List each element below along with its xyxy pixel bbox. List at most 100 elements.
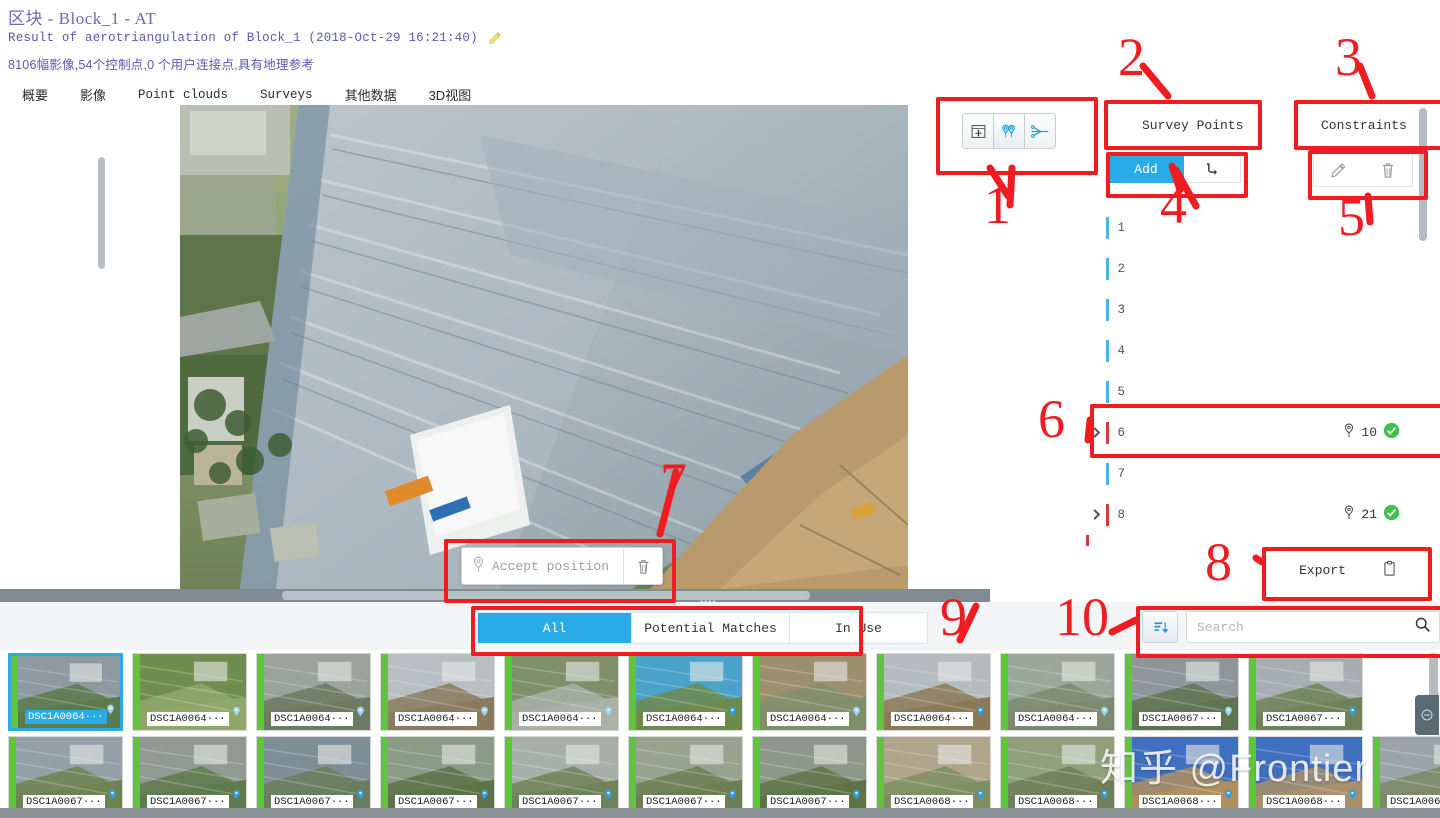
thumbnail-status-bar (753, 654, 760, 730)
survey-point-status: 10 (1343, 422, 1426, 444)
survey-point-number: 7 (1117, 466, 1126, 481)
viewer-scroll-thumb[interactable] (282, 591, 810, 600)
thumbnail-item[interactable]: DSC1A0064··· (752, 653, 867, 731)
thumbnail-item[interactable]: DSC1A0064··· (504, 653, 619, 731)
edit-constraint-button[interactable] (1330, 162, 1347, 179)
survey-point-color-bar (1106, 257, 1109, 280)
survey-point-row[interactable]: 2 (1106, 248, 1426, 289)
pin-outline-icon (472, 556, 485, 577)
pencil-icon (1331, 162, 1346, 177)
thumbnail-item[interactable]: DSC1A0067··· (132, 736, 247, 814)
tab-3[interactable]: Point clouds (122, 88, 244, 102)
thumbnail-item[interactable]: DSC1A0064··· (8, 653, 123, 731)
thumbnails-collapse-grip[interactable] (1415, 695, 1439, 735)
thumbnail-item[interactable]: DSC1A0067··· (380, 736, 495, 814)
page-title: 区块 - Block_1 - AT (8, 9, 157, 28)
thumbnail-item[interactable]: DSC1A0067··· (752, 736, 867, 814)
survey-point-color-bar (1106, 421, 1109, 444)
filter-tab[interactable]: Potential Matches (632, 613, 790, 643)
thumbnail-item[interactable]: DSC1A0064··· (1000, 653, 1115, 731)
tab-1[interactable]: 概要 (6, 85, 64, 104)
tabbar: 概要 影像 Point clouds Surveys 其他数据 3D视图 (6, 85, 487, 104)
thumbnail-item[interactable]: DSC1A0064··· (628, 653, 743, 731)
thumbnail-item[interactable]: DSC1A0064··· (256, 653, 371, 731)
list-scrollbar-inner[interactable] (98, 157, 105, 269)
survey-point-color-bar (1106, 380, 1109, 403)
tab-5[interactable]: 其他数据 (329, 85, 413, 104)
survey-point-status: 21 (1343, 504, 1426, 526)
constraint-actions[interactable] (1313, 153, 1413, 187)
fit-to-view-icon[interactable] (963, 114, 994, 148)
thumbnail-item[interactable]: DSC1A0067··· (8, 736, 123, 814)
survey-point-number: 6 (1117, 425, 1126, 440)
thumbnail-item[interactable]: DSC1A0064··· (132, 653, 247, 731)
survey-point-number: 4 (1117, 343, 1126, 358)
thumbnail-item[interactable]: DSC1A0068··· (1248, 736, 1363, 814)
filter-tabs[interactable]: All Potential Matches In Use (477, 612, 928, 644)
survey-point-row[interactable]: 1 (1106, 207, 1426, 248)
thumbnail-status-bar (1001, 654, 1008, 730)
thumbnail-status-bar (505, 737, 512, 813)
thumbnail-label: DSC1A0068··· (1263, 795, 1345, 809)
tab-2[interactable]: 影像 (64, 85, 122, 104)
import-arrow-icon[interactable] (1184, 155, 1241, 183)
sort-descending-icon[interactable] (1142, 611, 1178, 643)
cut-icon[interactable] (1025, 114, 1055, 148)
survey-point-row[interactable]: 3 (1106, 289, 1426, 330)
search-box[interactable] (1186, 611, 1440, 643)
delete-position-button[interactable] (624, 548, 662, 584)
survey-point-row[interactable]: 6 10 (1092, 412, 1426, 453)
viewer-tool-group[interactable] (962, 113, 1056, 149)
aerial-photo (180, 105, 908, 589)
add-button[interactable]: Add (1108, 155, 1184, 183)
pin-blue-icon (1099, 789, 1110, 808)
chevron-right-icon[interactable] (1086, 426, 1106, 439)
filter-tab[interactable]: In Use (790, 613, 927, 643)
filter-tab[interactable]: All (478, 613, 632, 643)
accept-position-button[interactable]: Accept position (462, 548, 625, 584)
block-stats: 8106幅影像,54个控制点,0 个用户连接点,具有地理参考 (8, 58, 315, 72)
thumbnail-item[interactable]: DSC1A0068··· (876, 736, 991, 814)
thumbnail-status-bar (11, 656, 18, 728)
viewer-left-padding (0, 105, 180, 589)
thumbnail-item[interactable]: DSC1A0067··· (1248, 653, 1363, 731)
list-scrollbar-outer[interactable] (1419, 108, 1427, 241)
survey-point-row[interactable]: 8 21 (1092, 494, 1426, 535)
thumbnail-item[interactable]: DSC1A0068··· (1372, 736, 1440, 814)
thumbnail-item[interactable]: DSC1A0067··· (256, 736, 371, 814)
thumbnail-item[interactable]: DSC1A0068··· (1000, 736, 1115, 814)
thumbnail-item[interactable]: DSC1A0064··· (380, 653, 495, 731)
thumbnail-label: DSC1A0064··· (147, 712, 229, 726)
image-viewer[interactable]: Accept position (180, 105, 908, 589)
search-input[interactable] (1195, 618, 1408, 636)
measure-points-icon[interactable] (994, 114, 1025, 148)
pin-blue-icon (603, 789, 614, 808)
thumbnail-status-bar (257, 737, 264, 813)
survey-points-list[interactable]: 1 2 3 4 5 6 10 7 8 21 (1092, 207, 1426, 547)
survey-point-row[interactable]: 5 (1106, 371, 1426, 412)
thumbnail-label: DSC1A0064··· (25, 710, 107, 724)
thumbnail-item[interactable]: DSC1A0064··· (876, 653, 991, 731)
thumbnail-item[interactable]: DSC1A0067··· (1124, 653, 1239, 731)
tab-6[interactable]: 3D视图 (413, 85, 488, 104)
thumbnail-status-bar (133, 654, 140, 730)
add-button-group[interactable]: Add (1108, 155, 1241, 183)
search-area (1142, 611, 1440, 643)
delete-constraint-button[interactable] (1380, 161, 1396, 179)
survey-point-row[interactable]: 4 (1106, 330, 1426, 371)
pin-light-icon (1099, 706, 1110, 725)
tab-4[interactable]: Surveys (244, 88, 329, 102)
survey-point-row[interactable]: 7 (1106, 453, 1426, 494)
pencil-icon[interactable] (488, 31, 502, 45)
thumbnail-status-bar (1249, 737, 1256, 813)
magnifier-icon[interactable] (1414, 616, 1431, 638)
constraints-header: Constraints (1321, 118, 1407, 133)
thumbnail-item[interactable]: DSC1A0068··· (1124, 736, 1239, 814)
thumbnail-item[interactable]: DSC1A0067··· (628, 736, 743, 814)
accept-position-widget[interactable]: Accept position (461, 547, 664, 585)
thumbnail-strip[interactable]: DSC1A0064··· DSC1A0064··· DSC1A0064··· DSC1… (0, 650, 1440, 818)
export-button[interactable]: Export (1268, 552, 1428, 588)
thumbnails-horizontal-scrollbar[interactable] (0, 808, 1440, 818)
chevron-right-icon[interactable] (1086, 508, 1106, 521)
thumbnail-item[interactable]: DSC1A0067··· (504, 736, 619, 814)
